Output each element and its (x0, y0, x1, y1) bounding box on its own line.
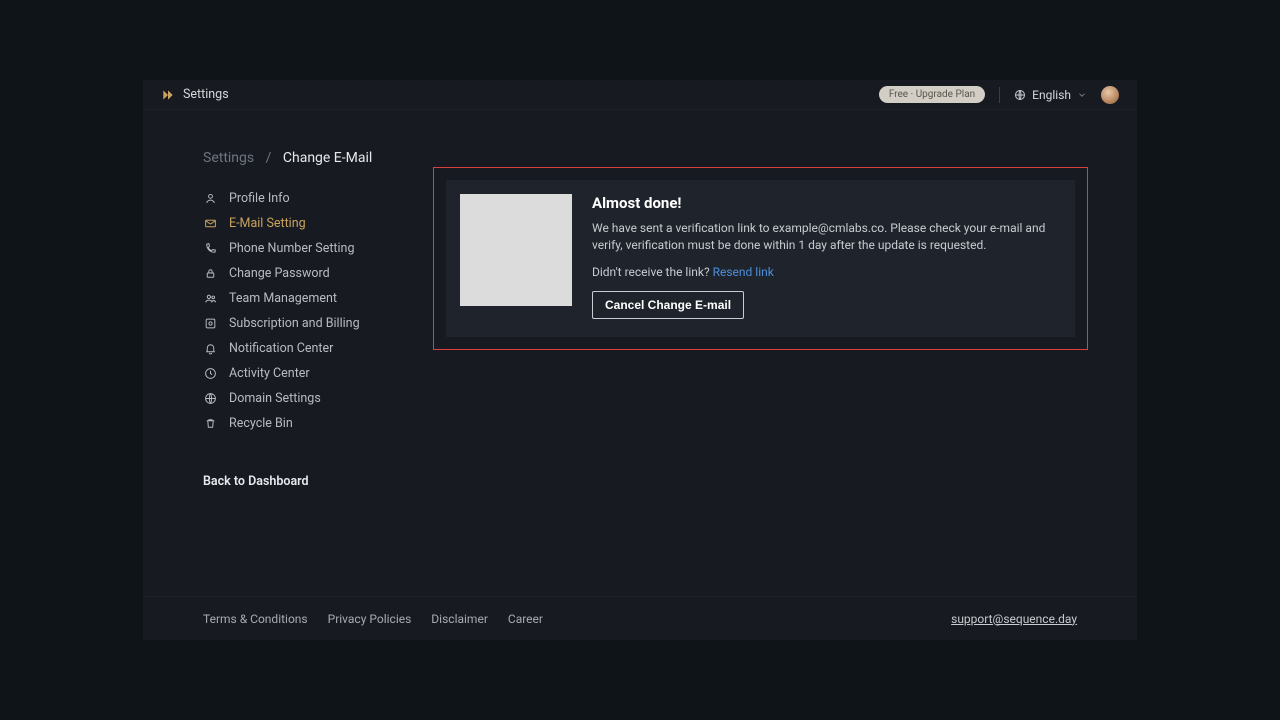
sidebar-item-label: E-Mail Setting (229, 216, 306, 231)
activity-icon (203, 367, 217, 381)
chevron-down-icon (1077, 90, 1087, 100)
footer-link-privacy[interactable]: Privacy Policies (328, 612, 412, 626)
footer: Terms & Conditions Privacy Policies Disc… (143, 596, 1137, 640)
billing-icon (203, 317, 217, 331)
sidebar-item-label: Recycle Bin (229, 416, 293, 431)
sidebar-item-label: Change Password (229, 266, 330, 281)
sidebar-item-label: Profile Info (229, 191, 290, 206)
cancel-change-email-button[interactable]: Cancel Change E-mail (592, 291, 744, 319)
footer-support-email[interactable]: support@sequence.day (951, 612, 1077, 626)
topbar: Settings Free · Upgrade Plan English (143, 80, 1137, 110)
sidebar-item-label: Activity Center (229, 366, 310, 381)
sidebar-nav: Profile Info E-Mail Setting Phone Number… (203, 186, 433, 436)
sidebar-item-activity-center[interactable]: Activity Center (203, 361, 433, 386)
topbar-divider (999, 87, 1000, 103)
language-selector[interactable]: English (1014, 88, 1087, 102)
back-to-dashboard-link[interactable]: Back to Dashboard (203, 474, 433, 489)
sidebar-item-change-password[interactable]: Change Password (203, 261, 433, 286)
sidebar-item-domain-settings[interactable]: Domain Settings (203, 386, 433, 411)
sidebar-item-label: Notification Center (229, 341, 333, 356)
sidebar-item-phone-setting[interactable]: Phone Number Setting (203, 236, 433, 261)
upgrade-plan-badge[interactable]: Free · Upgrade Plan (879, 86, 985, 103)
breadcrumb-separator: / (266, 150, 272, 166)
globe-icon (1014, 89, 1026, 101)
footer-link-disclaimer[interactable]: Disclaimer (431, 612, 488, 626)
bell-icon (203, 342, 217, 356)
page-header-title: Settings (183, 87, 229, 102)
sidebar: Settings / Change E-Mail Profile Info E-… (203, 150, 433, 596)
panel-body: Almost done! We have sent a verification… (592, 194, 1057, 319)
sidebar-item-label: Phone Number Setting (229, 241, 354, 256)
sidebar-item-email-setting[interactable]: E-Mail Setting (203, 211, 433, 236)
sidebar-item-label: Team Management (229, 291, 337, 306)
highlight-frame: Almost done! We have sent a verification… (433, 167, 1088, 350)
footer-link-career[interactable]: Career (508, 612, 543, 626)
user-icon (203, 192, 217, 206)
content-body: Settings / Change E-Mail Profile Info E-… (143, 110, 1137, 596)
verification-panel: Almost done! We have sent a verification… (446, 180, 1075, 337)
footer-link-terms[interactable]: Terms & Conditions (203, 612, 308, 626)
main-content: Almost done! We have sent a verification… (433, 150, 1109, 596)
mail-icon (203, 217, 217, 231)
trash-icon (203, 417, 217, 431)
panel-message: We have sent a verification link to exam… (592, 220, 1057, 255)
resend-prefix: Didn't receive the link? (592, 265, 713, 279)
panel-title: Almost done! (592, 194, 1057, 212)
lock-icon (203, 267, 217, 281)
sidebar-item-profile-info[interactable]: Profile Info (203, 186, 433, 211)
globe-icon (203, 392, 217, 406)
resend-link[interactable]: Resend link (713, 265, 774, 279)
sidebar-item-label: Domain Settings (229, 391, 321, 406)
phone-icon (203, 242, 217, 256)
breadcrumb-root[interactable]: Settings (203, 150, 254, 166)
app-window: Settings Free · Upgrade Plan English Set… (143, 80, 1137, 640)
sidebar-item-subscription-billing[interactable]: Subscription and Billing (203, 311, 433, 336)
sidebar-item-label: Subscription and Billing (229, 316, 360, 331)
breadcrumb: Settings / Change E-Mail (203, 150, 433, 166)
breadcrumb-current: Change E-Mail (283, 150, 372, 166)
sidebar-item-notification-center[interactable]: Notification Center (203, 336, 433, 361)
sidebar-item-team-management[interactable]: Team Management (203, 286, 433, 311)
illustration-placeholder (460, 194, 572, 306)
language-label: English (1032, 88, 1071, 102)
avatar[interactable] (1101, 86, 1119, 104)
app-logo-icon (161, 88, 175, 102)
sidebar-item-recycle-bin[interactable]: Recycle Bin (203, 411, 433, 436)
resend-row: Didn't receive the link? Resend link (592, 265, 1057, 279)
team-icon (203, 292, 217, 306)
